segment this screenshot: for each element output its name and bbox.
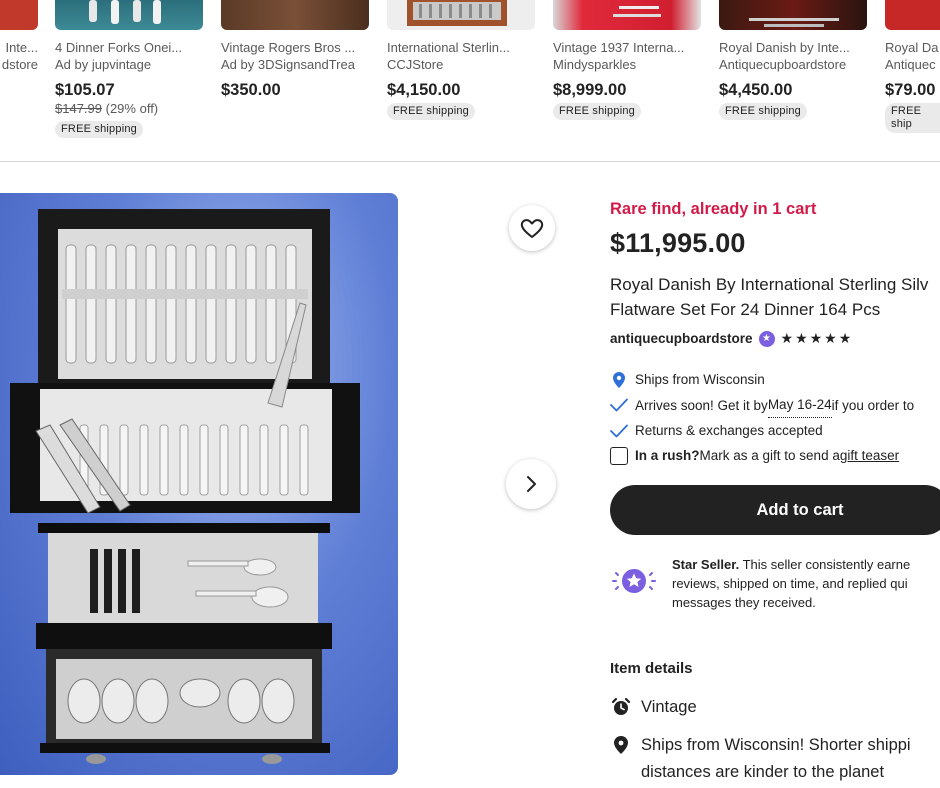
rec-thumbnail[interactable] bbox=[221, 0, 369, 30]
chevron-right-icon bbox=[527, 476, 536, 492]
rush-text: Mark as a gift to send a bbox=[699, 448, 840, 463]
arrival-row: Arrives soon! Get it by May 16-24 if you… bbox=[610, 392, 940, 418]
free-shipping-badge: FREE shipping bbox=[719, 103, 807, 120]
free-shipping-badge: FREE shipping bbox=[553, 103, 641, 120]
ships-detail-row: Ships from Wisconsin! Shorter shippi dis… bbox=[610, 734, 940, 787]
listing-info-panel: Rare find, already in 1 cart $11,995.00 … bbox=[610, 196, 940, 787]
shop-name-link[interactable]: antiquecupboardstore bbox=[610, 331, 753, 346]
rec-title[interactable]: 4 Dinner Forks Onei... bbox=[55, 39, 203, 56]
ships-detail-line2: distances are kinder to the planet bbox=[641, 763, 885, 781]
rec-price: $105.07 bbox=[55, 81, 115, 99]
rec-shop[interactable]: Mindysparkles bbox=[553, 56, 701, 74]
rec-shop[interactable]: Ad by jupvintage bbox=[55, 56, 203, 74]
map-pin-icon bbox=[610, 371, 628, 388]
checkmark-icon bbox=[610, 424, 628, 438]
rec-card[interactable]: Inte... dstore bbox=[0, 0, 38, 74]
rec-title[interactable]: International Sterlin... bbox=[387, 39, 535, 56]
rec-price: $8,999.00 bbox=[553, 81, 627, 99]
gift-teaser-link[interactable]: gift teaser bbox=[840, 443, 899, 468]
rec-shop[interactable]: Antiquecupboardstore bbox=[719, 56, 867, 74]
map-pin-icon bbox=[610, 736, 632, 754]
checkmark-icon bbox=[610, 398, 628, 412]
rating-stars[interactable]: ★★★★★ bbox=[781, 330, 854, 347]
rec-thumbnail[interactable] bbox=[387, 0, 535, 30]
returns-text: Returns & exchanges accepted bbox=[635, 423, 823, 438]
ships-from-text: Ships from Wisconsin bbox=[635, 372, 765, 387]
ships-detail-line1: Ships from Wisconsin! Shorter shippi bbox=[641, 736, 911, 754]
ships-from-row: Ships from Wisconsin bbox=[610, 367, 940, 392]
rec-strikethrough-price: $147.99 bbox=[55, 101, 102, 116]
star-seller-line3: messages they received. bbox=[672, 595, 816, 610]
star-seller-line2: reviews, shipped on time, and replied qu… bbox=[672, 576, 908, 591]
add-to-cart-label: Add to cart bbox=[756, 500, 844, 519]
flatware-dark-case-image bbox=[749, 18, 839, 27]
star-seller-text: Star Seller. This seller consistently ea… bbox=[672, 555, 940, 612]
listing-title-line1: Royal Danish By International Sterling S… bbox=[610, 275, 929, 294]
gift-checkbox[interactable] bbox=[610, 446, 628, 465]
rec-thumbnail[interactable] bbox=[885, 0, 940, 30]
returns-row: Returns & exchanges accepted bbox=[610, 418, 940, 443]
free-shipping-badge: FREE shipping bbox=[387, 103, 475, 120]
star-seller-label: Star Seller. bbox=[672, 557, 740, 572]
listing-title: Royal Danish By International Sterling S… bbox=[610, 272, 940, 322]
flatware-chest-illustration bbox=[10, 209, 360, 764]
rec-card[interactable]: Royal Danish by Inte... Antiquecupboards… bbox=[719, 0, 867, 120]
rec-thumbnail[interactable] bbox=[55, 0, 203, 30]
rare-find-notice: Rare find, already in 1 cart bbox=[610, 200, 817, 218]
rec-title[interactable]: Inte... bbox=[0, 39, 38, 56]
rec-card[interactable]: 4 Dinner Forks Onei... Ad by jupvintage … bbox=[55, 0, 203, 138]
arrival-prefix: Arrives soon! Get it by bbox=[635, 397, 768, 413]
rec-card[interactable]: Vintage Rogers Bros ... Ad by 3DSignsand… bbox=[221, 0, 369, 100]
vintage-text: Vintage bbox=[641, 697, 697, 716]
alarm-clock-icon bbox=[610, 697, 632, 717]
rec-thumbnail[interactable] bbox=[553, 0, 701, 30]
rec-title[interactable]: Royal Danish by Inte... bbox=[719, 39, 867, 56]
flatware-red-case-image bbox=[613, 6, 661, 17]
rec-card[interactable]: Royal Da Antiquec $79.00 FREE ship bbox=[885, 0, 940, 133]
rec-thumbnail[interactable] bbox=[0, 0, 38, 30]
free-shipping-badge: FREE shipping bbox=[55, 121, 143, 138]
listing-main-image[interactable] bbox=[0, 193, 398, 775]
listing-title-line2: Flatware Set For 24 Dinner 164 Pcs bbox=[610, 300, 881, 319]
star-seller-line1: This seller consistently earne bbox=[739, 557, 911, 572]
rec-card[interactable]: Vintage 1937 Interna... Mindysparkles $8… bbox=[553, 0, 701, 120]
rec-thumbnail[interactable] bbox=[719, 0, 867, 30]
add-to-cart-button[interactable]: Add to cart bbox=[610, 485, 940, 535]
rec-discount: (29% off) bbox=[105, 101, 159, 116]
shop-row: antiquecupboardstore ★ ★★★★★ bbox=[610, 330, 940, 347]
next-image-button[interactable] bbox=[506, 459, 556, 509]
arrival-suffix: if you order to bbox=[831, 397, 915, 413]
star-seller-badge-icon: ★ bbox=[758, 330, 775, 347]
item-details-heading[interactable]: Item details bbox=[610, 660, 940, 677]
rec-shop[interactable]: Antiquec bbox=[885, 56, 940, 74]
rec-title[interactable]: Royal Da bbox=[885, 39, 940, 56]
recommendations-strip: Inte... dstore 4 Dinner Forks Onei... Ad… bbox=[0, 0, 940, 162]
forks-image bbox=[89, 0, 161, 24]
listing-price: $11,995.00 bbox=[610, 228, 746, 258]
heart-icon bbox=[520, 219, 544, 238]
rec-title[interactable]: Vintage Rogers Bros ... bbox=[221, 39, 369, 56]
star-seller-info: Star Seller. This seller consistently ea… bbox=[610, 555, 940, 612]
vintage-row: Vintage bbox=[610, 697, 940, 717]
rec-price: $4,450.00 bbox=[719, 81, 793, 99]
arrival-date-link[interactable]: May 16-24 bbox=[767, 392, 832, 418]
flatware-box-image bbox=[407, 0, 507, 26]
rec-price: $4,150.00 bbox=[387, 81, 461, 99]
rec-price: $79.00 bbox=[885, 81, 936, 99]
star-seller-badge-icon bbox=[610, 565, 658, 612]
rec-title[interactable]: Vintage 1937 Interna... bbox=[553, 39, 701, 56]
gift-row: In a rush? Mark as a gift to send a gift… bbox=[610, 443, 940, 468]
rec-price: $350.00 bbox=[221, 81, 281, 99]
rush-label: In a rush? bbox=[635, 448, 700, 463]
favorite-button[interactable] bbox=[509, 205, 555, 251]
rec-card[interactable]: International Sterlin... CCJStore $4,150… bbox=[387, 0, 535, 120]
rec-shop[interactable]: Ad by 3DSignsandTrea bbox=[221, 56, 369, 74]
rec-original-price: $147.99 (29% off) bbox=[55, 100, 203, 118]
shipping-bullets: Ships from Wisconsin Arrives soon! Get i… bbox=[610, 367, 940, 468]
rec-shop[interactable]: CCJStore bbox=[387, 56, 535, 74]
rec-shop[interactable]: dstore bbox=[0, 56, 38, 74]
free-shipping-badge: FREE ship bbox=[885, 103, 940, 133]
